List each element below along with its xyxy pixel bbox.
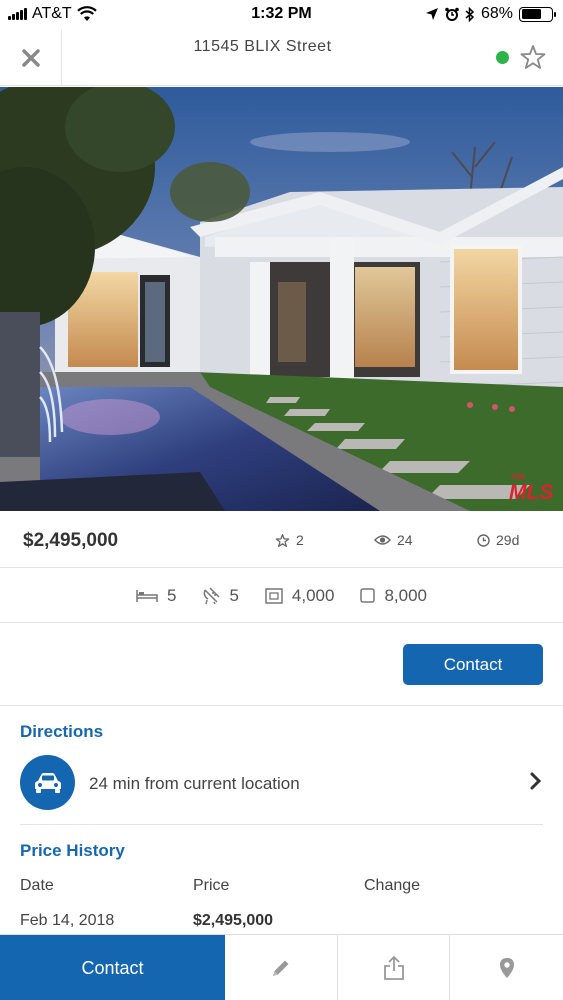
- battery-icon: [519, 6, 556, 22]
- sqft-value: 4,000: [291, 585, 335, 605]
- views-stat: 24: [374, 532, 413, 548]
- price-history-col-change: Change: [364, 877, 421, 894]
- map-location-button[interactable]: [449, 935, 563, 1000]
- contact-section: Contact: [0, 624, 563, 706]
- status-icons: 68%: [425, 5, 556, 23]
- location-pin-icon: [499, 958, 514, 978]
- close-icon: [21, 49, 40, 67]
- chevron-right-icon: [530, 772, 542, 790]
- lot-value: 8,000: [384, 585, 428, 605]
- lot-size-icon: [360, 588, 376, 603]
- bluetooth-icon: [465, 6, 475, 22]
- battery-fill: [521, 9, 542, 19]
- bottom-action-bar: Contact: [0, 934, 563, 1000]
- listing-price: $2,495,000: [23, 530, 119, 551]
- price-history-col-date: Date: [20, 877, 54, 894]
- edit-note-button[interactable]: [225, 935, 337, 1000]
- listing-stats: $2,495,000 2 24 29d: [0, 512, 563, 568]
- alarm-icon: [445, 7, 459, 21]
- days-on-market: 29d: [496, 532, 520, 548]
- share-icon: [383, 955, 404, 980]
- baths-count: 5: [229, 585, 239, 605]
- price-history-row-date: Feb 14, 2018: [20, 912, 115, 929]
- contact-button[interactable]: Contact: [403, 644, 543, 685]
- bath-icon: [204, 586, 220, 604]
- listing-status-dot: [496, 51, 509, 64]
- pencil-icon: [273, 960, 289, 976]
- baths-feature: 5: [202, 585, 239, 606]
- eye-icon: [374, 535, 391, 545]
- directions-heading: Directions: [20, 722, 104, 741]
- days-on-market-stat: 29d: [477, 532, 519, 548]
- share-button[interactable]: [337, 935, 449, 1000]
- floorplan-icon: [265, 587, 283, 604]
- clock-icon: [477, 533, 490, 547]
- house-photo-illustration: [0, 87, 563, 511]
- directions-item[interactable]: 24 min from current location: [20, 755, 543, 811]
- beds-feature: 5: [136, 586, 176, 606]
- price-history-col-price: Price: [193, 877, 230, 894]
- favorites-stat: 2: [275, 532, 304, 548]
- bottom-contact-button[interactable]: Contact: [0, 935, 225, 1000]
- favorite-star-button[interactable]: [519, 43, 547, 71]
- close-button[interactable]: [0, 30, 62, 86]
- listing-address-title: 11545 BLIX Street: [193, 38, 332, 55]
- mls-logo-icon: THE MLS: [509, 474, 553, 503]
- car-icon: [34, 772, 61, 793]
- status-bar: AT&T 1:32 PM 68%: [0, 0, 563, 30]
- directions-text: 24 min from current location: [89, 774, 300, 793]
- star-icon: [275, 533, 290, 547]
- sqft-feature: 4,000: [265, 585, 335, 606]
- property-features: 5 5 4,000 8,000: [0, 569, 563, 623]
- car-icon-circle: [20, 755, 75, 810]
- lot-feature: 8,000: [360, 586, 427, 606]
- listing-header: 11545 BLIX Street: [0, 30, 563, 86]
- views-count: 24: [397, 532, 413, 548]
- favorites-count: 2: [296, 532, 304, 548]
- svg-text:THE: THE: [511, 474, 525, 481]
- listing-photo[interactable]: THE MLS: [0, 87, 563, 511]
- location-arrow-icon: [425, 8, 438, 20]
- svg-text:MLS: MLS: [509, 481, 553, 503]
- section-divider: [20, 824, 543, 825]
- bed-icon: [136, 589, 158, 602]
- battery-percent: 68%: [480, 5, 513, 22]
- beds-count: 5: [166, 585, 177, 605]
- price-history-heading: Price History: [20, 841, 125, 860]
- price-history-row-price: $2,495,000: [193, 912, 274, 929]
